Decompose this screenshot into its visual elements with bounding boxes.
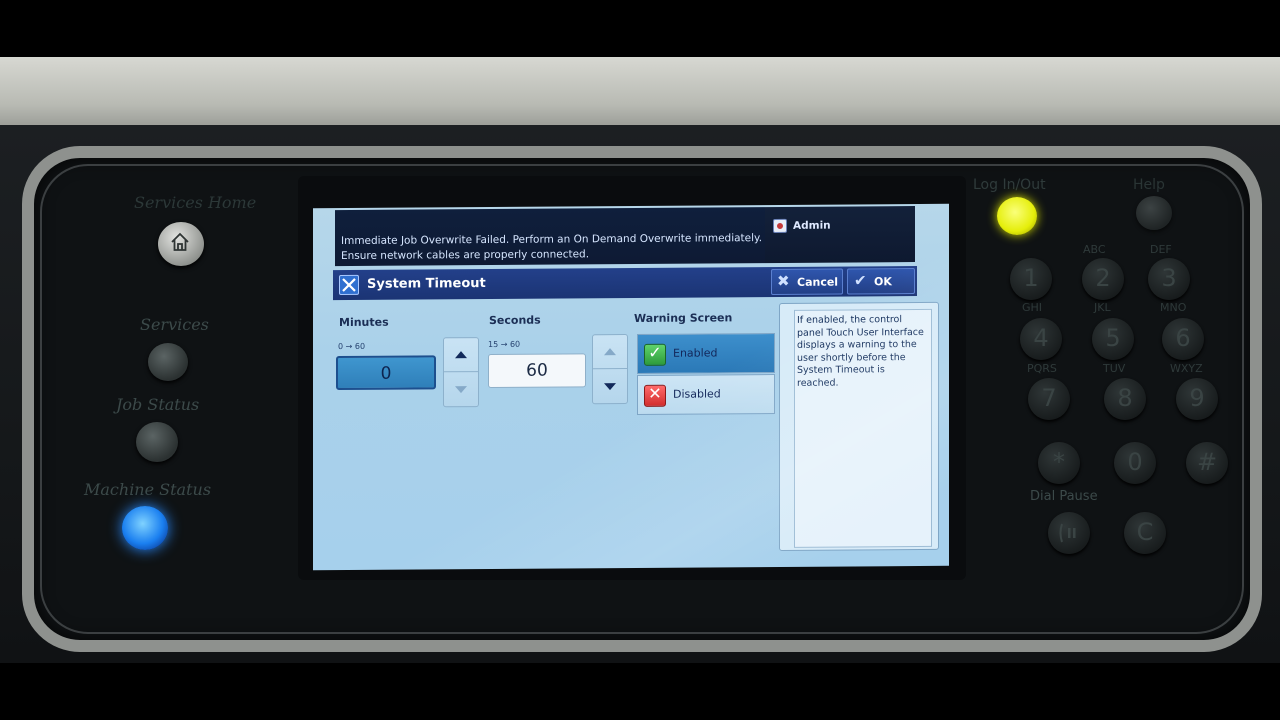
keypad-key-9[interactable]: 9	[1176, 378, 1218, 420]
minutes-range: 0 → 60	[338, 341, 366, 352]
warning-disabled-option[interactable]: ✕ Disabled	[637, 373, 775, 415]
keypad-key-hash[interactable]: #	[1186, 442, 1228, 484]
tools-icon-glyph	[342, 278, 356, 292]
keypad-key-4-label: 4	[1033, 324, 1049, 352]
ok-label: OK	[874, 275, 892, 289]
admin-user-icon	[773, 218, 787, 234]
keypad-key-9-label: 9	[1189, 384, 1205, 412]
warning-enabled-option[interactable]: ✓ Enabled	[637, 332, 775, 374]
home-icon	[171, 232, 189, 251]
keypad-key-0-label: 0	[1127, 448, 1143, 476]
tools-icon	[339, 274, 359, 296]
keypad-key-8-label: 8	[1117, 384, 1133, 412]
dialog-title-bar: System Timeout ✖ Cancel ✔ OK	[333, 266, 917, 301]
help-button[interactable]	[1136, 196, 1172, 230]
keypad-key-star-label: *	[1053, 448, 1065, 476]
user-area[interactable]: Admin	[765, 206, 915, 264]
pause-icon	[1059, 523, 1076, 543]
seconds-decrease-button[interactable]	[593, 370, 627, 404]
help-text: If enabled, the control panel Touch User…	[797, 314, 924, 389]
keypad-key-hash-label: #	[1196, 448, 1218, 476]
services-home-button[interactable]	[158, 222, 204, 266]
message-line-2: Ensure network cables are properly conne…	[341, 248, 590, 263]
keypad-key-8[interactable]: 8	[1104, 378, 1146, 420]
keypad-key-3[interactable]: 3	[1148, 258, 1190, 300]
seconds-range: 15 → 60	[488, 339, 521, 349]
key-letters-abc: ABC	[1083, 243, 1106, 256]
key-letters-tuv: TUV	[1103, 362, 1126, 375]
job-status-label: Job Status	[116, 395, 200, 414]
user-name: Admin	[793, 219, 831, 232]
seconds-stepper	[592, 334, 628, 405]
dial-pause-button[interactable]	[1048, 512, 1090, 554]
machine-status-label: Machine Status	[84, 480, 212, 499]
job-status-button[interactable]	[136, 422, 178, 462]
seconds-increase-button[interactable]	[593, 335, 627, 370]
arrow-up-icon	[455, 351, 467, 359]
keypad-key-1-label: 1	[1023, 264, 1039, 292]
keypad-key-2-label: 2	[1095, 264, 1111, 292]
help-label: Help	[1133, 177, 1165, 193]
key-letters-def: DEF	[1150, 243, 1172, 256]
help-panel: If enabled, the control panel Touch User…	[779, 301, 939, 551]
arrow-up-icon	[604, 348, 616, 356]
key-letters-mno: MNO	[1160, 301, 1187, 314]
services-label: Services	[140, 315, 209, 334]
key-letters-wxyz: WXYZ	[1170, 362, 1203, 375]
cancel-icon: ✖	[777, 271, 790, 290]
key-letters-pqrs: PQRS	[1027, 362, 1057, 375]
arrow-down-icon	[455, 386, 467, 394]
minutes-stepper	[443, 337, 479, 408]
key-letters-jkl: JKL	[1094, 301, 1111, 314]
services-home-label: Services Home	[134, 193, 257, 212]
keypad-key-6[interactable]: 6	[1162, 318, 1204, 360]
clear-button-label: C	[1136, 518, 1154, 546]
keypad-key-6-label: 6	[1175, 324, 1191, 352]
machine-status-button[interactable]	[122, 506, 168, 550]
warning-disabled-label: Disabled	[673, 387, 721, 401]
minutes-input[interactable]: 0	[336, 355, 436, 391]
seconds-label: Seconds	[489, 313, 541, 327]
seconds-input[interactable]: 60	[488, 353, 586, 388]
warning-enabled-label: Enabled	[673, 346, 718, 360]
minutes-decrease-button[interactable]	[444, 373, 478, 407]
minutes-increase-button[interactable]	[444, 338, 478, 373]
keypad-key-1[interactable]: 1	[1010, 258, 1052, 300]
keypad-key-star[interactable]: *	[1038, 442, 1080, 484]
touch-screen: Immediate Job Overwrite Failed. Perform …	[313, 203, 949, 571]
services-button[interactable]	[148, 343, 188, 381]
keypad-key-7[interactable]: 7	[1028, 378, 1070, 420]
keypad-key-7-label: 7	[1041, 384, 1057, 412]
keypad-key-2[interactable]: 2	[1082, 258, 1124, 300]
message-bar[interactable]: Immediate Job Overwrite Failed. Perform …	[335, 207, 765, 267]
clear-button[interactable]: C	[1124, 512, 1166, 554]
log-in-out-button[interactable]	[997, 197, 1037, 235]
keypad-key-0[interactable]: 0	[1114, 442, 1156, 484]
warning-screen-label: Warning Screen	[634, 311, 733, 325]
keypad-key-5[interactable]: 5	[1092, 318, 1134, 360]
ok-check-icon: ✔	[854, 271, 867, 290]
keypad-key-5-label: 5	[1105, 324, 1121, 352]
key-letters-ghi: GHI	[1022, 301, 1043, 314]
cancel-label: Cancel	[797, 275, 839, 289]
cross-icon: ✕	[644, 384, 666, 407]
keypad-key-4[interactable]: 4	[1020, 318, 1062, 360]
check-icon: ✓	[644, 343, 666, 366]
keypad-key-3-label: 3	[1161, 264, 1177, 292]
arrow-down-icon	[604, 383, 616, 391]
letterbox-top	[0, 0, 1280, 57]
dialog-title: System Timeout	[367, 276, 486, 292]
help-text-box: If enabled, the control panel Touch User…	[794, 308, 932, 548]
minutes-label: Minutes	[339, 315, 389, 330]
ok-button[interactable]: ✔ OK	[847, 268, 915, 295]
log-in-out-label: Log In/Out	[973, 177, 1046, 193]
dial-pause-label: Dial Pause	[1030, 489, 1098, 504]
letterbox-bottom	[0, 663, 1280, 720]
message-line-1: Immediate Job Overwrite Failed. Perform …	[341, 232, 763, 248]
cancel-button[interactable]: ✖ Cancel	[771, 268, 843, 296]
